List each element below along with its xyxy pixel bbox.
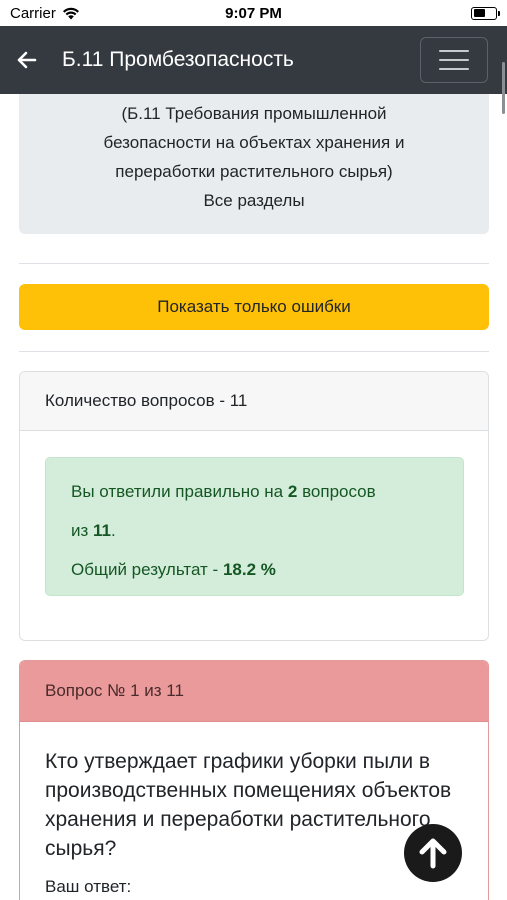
answered-prefix: Вы ответили правильно на [71,482,284,501]
battery-icon [471,6,500,20]
total-line: из 11. [71,511,438,550]
result-line: Общий результат - 18.2 % [71,550,438,589]
info-line: Все разделы [203,191,305,210]
question-header: Вопрос № 1 из 11 [20,661,488,722]
answered-middle: вопросов [302,482,376,501]
arrow-left-icon [17,51,37,69]
arrow-up-icon [419,838,447,869]
main-content: (Б.11 Требования промышленной безопаснос… [0,94,507,900]
info-line: (Б.11 Требования промышленной [121,104,387,123]
answered-line: Вы ответили правильно на 2 вопросов [71,472,438,511]
from-word: из [71,521,89,540]
period: . [111,521,116,540]
page-title: Б.11 Промбезопасность [62,48,294,71]
divider [19,263,489,264]
test-info-box: (Б.11 Требования промышленной безопаснос… [19,94,489,234]
menu-button[interactable] [420,37,488,83]
result-label: Общий результат - [71,560,219,579]
hamburger-icon [439,50,469,52]
info-line: переработки растительного сырья) [115,162,393,181]
wifi-icon [62,7,79,19]
summary-card: Количество вопросов - 11 Вы ответили пра… [19,371,489,641]
summary-header: Количество вопросов - 11 [20,372,488,431]
scroll-up-button[interactable] [404,824,462,882]
result-value: 18.2 % [222,560,276,579]
back-button[interactable] [0,26,54,94]
total-count: 11 [93,521,112,540]
status-left: Carrier [10,5,80,22]
status-bar: Carrier 9:07 PM [0,0,507,26]
result-alert: Вы ответили правильно на 2 вопросов из 1… [45,457,464,596]
divider [19,351,489,352]
info-line: безопасности на объектах хранения и [103,133,405,152]
carrier-label: Carrier [10,4,56,22]
correct-count: 2 [287,482,298,501]
show-errors-button[interactable]: Показать только ошибки [19,284,489,330]
navbar: Б.11 Промбезопасность [0,26,507,114]
